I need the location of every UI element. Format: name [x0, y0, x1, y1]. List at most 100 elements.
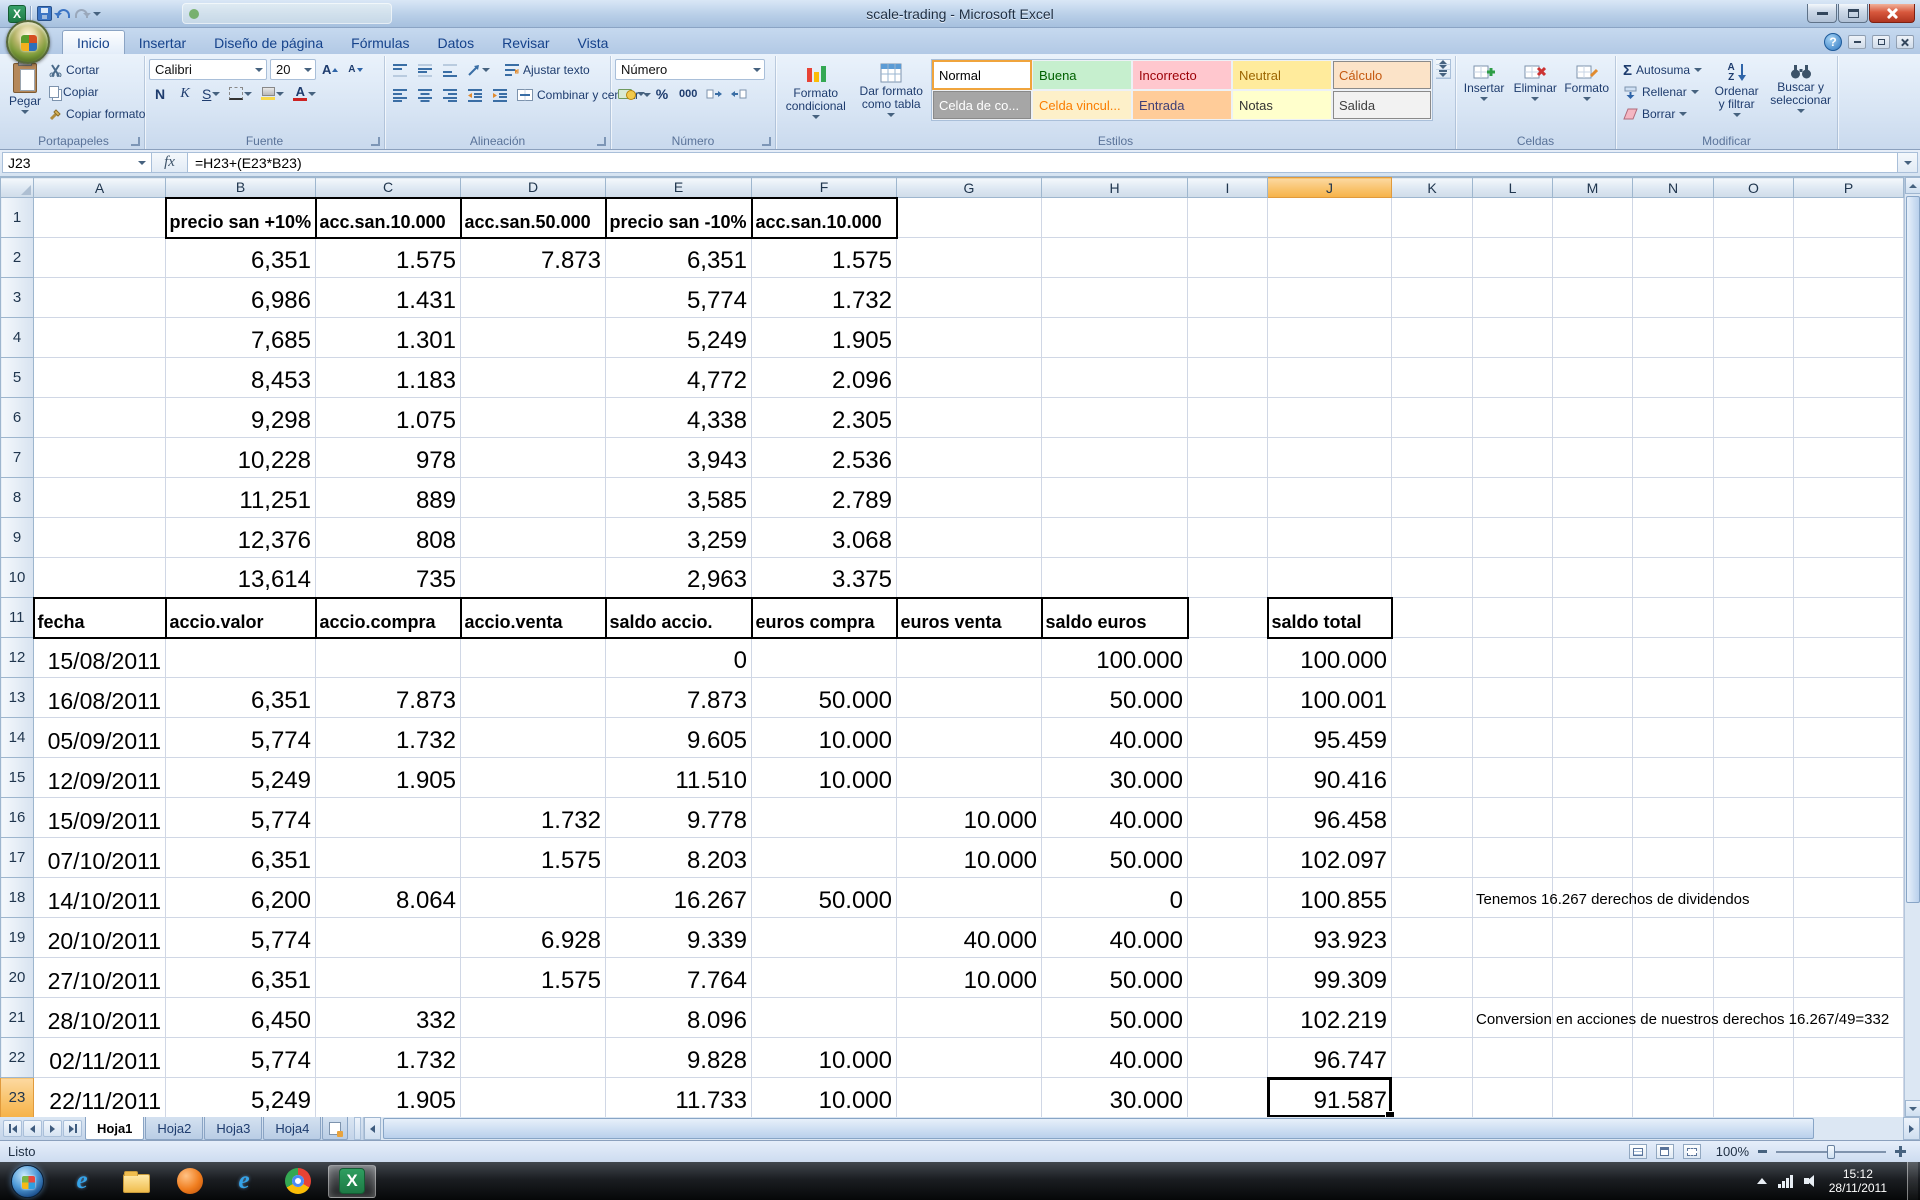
cell-D18[interactable]: [461, 878, 606, 918]
cell-M15[interactable]: [1553, 758, 1633, 798]
cell-J1[interactable]: [1268, 198, 1392, 238]
cell-M6[interactable]: [1553, 398, 1633, 438]
font-dialog-launcher[interactable]: [371, 137, 380, 146]
cell-L6[interactable]: [1473, 398, 1553, 438]
cell-O16[interactable]: [1714, 798, 1794, 838]
align-top-button[interactable]: [389, 60, 411, 81]
row-header-21[interactable]: 21: [1, 998, 34, 1038]
cell-K19[interactable]: [1392, 918, 1473, 958]
cell-N9[interactable]: [1633, 518, 1714, 558]
normal-view-button[interactable]: [1629, 1144, 1647, 1159]
insert-cells-button[interactable]: Insertar: [1460, 59, 1508, 103]
taskbar-internet-explorer-2-icon[interactable]: e: [220, 1165, 268, 1198]
cell-H8[interactable]: [1042, 478, 1188, 518]
cell-I7[interactable]: [1188, 438, 1268, 478]
cell-O22[interactable]: [1714, 1038, 1794, 1078]
cell-O19[interactable]: [1714, 918, 1794, 958]
first-sheet-button[interactable]: [3, 1120, 22, 1137]
cell-I21[interactable]: [1188, 998, 1268, 1038]
zoom-out-button[interactable]: [1758, 1150, 1767, 1153]
cell-K10[interactable]: [1392, 558, 1473, 598]
office-button[interactable]: [6, 20, 50, 64]
cell-style-notas[interactable]: Notas: [1232, 90, 1332, 120]
cell-G14[interactable]: [897, 718, 1042, 758]
cell-A17[interactable]: 07/10/2011: [34, 838, 166, 878]
row-header-10[interactable]: 10: [1, 558, 34, 598]
font-color-button[interactable]: A: [290, 83, 319, 104]
cell-F13[interactable]: 50.000: [752, 678, 897, 718]
cell-N19[interactable]: [1633, 918, 1714, 958]
cell-F5[interactable]: 2.096: [752, 358, 897, 398]
cell-C21[interactable]: 332: [316, 998, 461, 1038]
cell-A13[interactable]: 16/08/2011: [34, 678, 166, 718]
cell-M2[interactable]: [1553, 238, 1633, 278]
next-sheet-button[interactable]: [43, 1120, 62, 1137]
cell-J19[interactable]: 93.923: [1268, 918, 1392, 958]
cell-J5[interactable]: [1268, 358, 1392, 398]
format-as-table-button[interactable]: Dar formato como tabla: [855, 59, 928, 119]
cell-B17[interactable]: 6,351: [166, 838, 316, 878]
cell-D23[interactable]: [461, 1078, 606, 1118]
zoom-slider-thumb[interactable]: [1827, 1145, 1835, 1159]
cell-A8[interactable]: [34, 478, 166, 518]
cell-B9[interactable]: 12,376: [166, 518, 316, 558]
horizontal-scrollbar[interactable]: [363, 1117, 1920, 1140]
row-header-20[interactable]: 20: [1, 958, 34, 998]
cell-P3[interactable]: [1794, 278, 1904, 318]
cell-K15[interactable]: [1392, 758, 1473, 798]
cell-I13[interactable]: [1188, 678, 1268, 718]
wrap-text-button[interactable]: Ajustar texto: [502, 59, 593, 81]
cell-P2[interactable]: [1794, 238, 1904, 278]
cell-K18[interactable]: [1392, 878, 1473, 918]
cell-J13[interactable]: 100.001: [1268, 678, 1392, 718]
cell-H3[interactable]: [1042, 278, 1188, 318]
close-button[interactable]: [1869, 4, 1915, 23]
cell-J6[interactable]: [1268, 398, 1392, 438]
row-header-12[interactable]: 12: [1, 638, 34, 678]
cell-N11[interactable]: [1633, 598, 1714, 638]
cell-L11[interactable]: [1473, 598, 1553, 638]
cell-E14[interactable]: 9.605: [606, 718, 752, 758]
cell-G12[interactable]: [897, 638, 1042, 678]
cell-F8[interactable]: 2.789: [752, 478, 897, 518]
vertical-scrollbar[interactable]: [1904, 177, 1920, 1117]
cell-style-buena[interactable]: Buena: [1032, 60, 1132, 90]
clear-button[interactable]: Borrar: [1620, 103, 1705, 125]
cell-K6[interactable]: [1392, 398, 1473, 438]
cell-G13[interactable]: [897, 678, 1042, 718]
cell-E1[interactable]: precio san -10%: [606, 198, 752, 238]
cell-H20[interactable]: 50.000: [1042, 958, 1188, 998]
cell-M5[interactable]: [1553, 358, 1633, 398]
cell-C7[interactable]: 978: [316, 438, 461, 478]
cell-J22[interactable]: 96.747: [1268, 1038, 1392, 1078]
cell-N16[interactable]: [1633, 798, 1714, 838]
cell-D5[interactable]: [461, 358, 606, 398]
cell-K7[interactable]: [1392, 438, 1473, 478]
cell-L7[interactable]: [1473, 438, 1553, 478]
cell-H5[interactable]: [1042, 358, 1188, 398]
cell-H4[interactable]: [1042, 318, 1188, 358]
ribbon-tab-inicio[interactable]: Inicio: [62, 30, 125, 54]
italic-button[interactable]: K: [174, 83, 196, 104]
cell-K8[interactable]: [1392, 478, 1473, 518]
cell-J4[interactable]: [1268, 318, 1392, 358]
last-sheet-button[interactable]: [63, 1120, 82, 1137]
cell-D8[interactable]: [461, 478, 606, 518]
cell-L22[interactable]: [1473, 1038, 1553, 1078]
cell-F3[interactable]: 1.732: [752, 278, 897, 318]
cell-F19[interactable]: [752, 918, 897, 958]
cell-J14[interactable]: 95.459: [1268, 718, 1392, 758]
column-header-N[interactable]: N: [1633, 178, 1714, 198]
cell-G11[interactable]: euros venta: [897, 598, 1042, 638]
cell-I19[interactable]: [1188, 918, 1268, 958]
cell-F12[interactable]: [752, 638, 897, 678]
cell-A20[interactable]: 27/10/2011: [34, 958, 166, 998]
cell-P7[interactable]: [1794, 438, 1904, 478]
row-header-2[interactable]: 2: [1, 238, 34, 278]
row-header-4[interactable]: 4: [1, 318, 34, 358]
cell-C10[interactable]: 735: [316, 558, 461, 598]
cell-K5[interactable]: [1392, 358, 1473, 398]
cell-I3[interactable]: [1188, 278, 1268, 318]
cell-E10[interactable]: 2,963: [606, 558, 752, 598]
cell-L12[interactable]: [1473, 638, 1553, 678]
